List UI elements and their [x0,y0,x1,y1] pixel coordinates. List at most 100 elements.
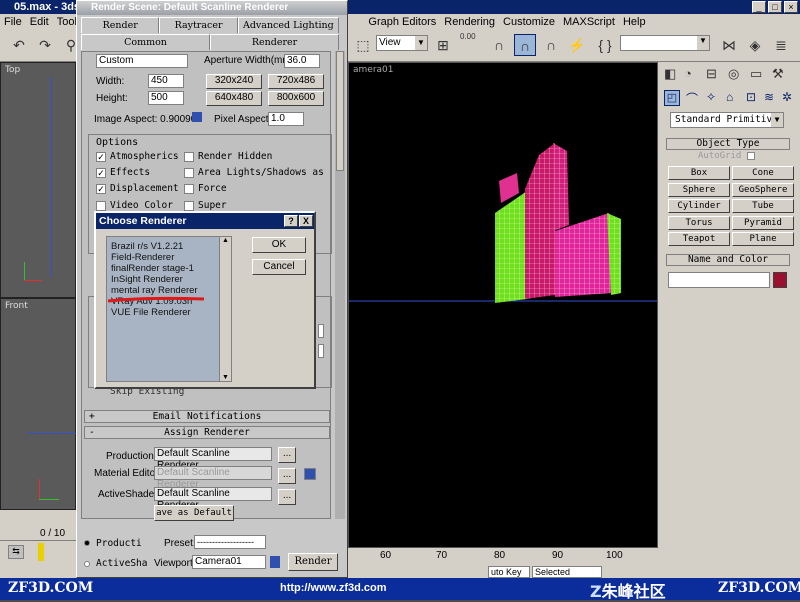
object-type-button-plane[interactable]: Plane [732,232,794,246]
named-selection-dropdown[interactable]: ▼ [620,35,710,51]
menu-graph-editors[interactable]: Graph Editors [364,16,440,28]
snap-toggle-icon[interactable]: ∩ [514,34,536,56]
width-input[interactable]: 450 [148,74,184,88]
primitive-type-dropdown[interactable]: Standard Primitiv ▼ [670,112,784,128]
panel-scrollbar[interactable] [335,51,345,519]
ok-button[interactable]: OK [252,237,306,253]
area-lights-checkbox[interactable] [184,168,194,178]
spinner-snap[interactable]: 0.00 [460,32,476,41]
tab-common[interactable]: Common [81,34,210,50]
activeshade-radio[interactable] [84,561,90,567]
devices-button-edge[interactable] [318,344,324,358]
height-input[interactable]: 500 [148,91,184,105]
angle-snap-icon[interactable]: ∩ [540,34,562,56]
effects-checkbox[interactable]: ✓ [96,168,106,178]
layer-manager-icon[interactable]: ≣ [770,34,792,56]
menu-file[interactable]: File [0,16,26,28]
object-type-button-pyramid[interactable]: Pyramid [732,215,794,230]
object-type-rollout[interactable]: Object Type [666,138,790,150]
save-as-defaults-button[interactable]: ave as Default [154,505,234,521]
autogrid-checkbox[interactable] [747,152,755,160]
output-size-preset[interactable]: Custom [96,54,188,68]
cancel-button[interactable]: Cancel [252,259,306,275]
menu-help[interactable]: Help [619,16,650,28]
helpers-icon[interactable]: ⊡ [746,90,756,104]
renderer-list-item[interactable]: VUE File Renderer [107,307,231,318]
front-viewport[interactable]: Front [0,298,77,510]
lock-material-icon[interactable] [304,468,316,480]
production-radio[interactable] [84,540,90,546]
edit-named-selection-icon[interactable]: { } [594,34,616,56]
object-type-button-teapot[interactable]: Teapot [668,232,730,246]
pixel-aspect-input[interactable]: 1.0 [268,112,304,126]
selected-dropdown[interactable]: Selected [532,566,602,578]
renderer-list-item[interactable]: Field-Renderer [107,252,231,263]
track-bar[interactable]: 60 70 80 90 100 uto Key Selected [348,548,658,578]
displacement-checkbox[interactable]: ✓ [96,184,106,194]
super-checkbox[interactable] [184,201,194,211]
renderer-list[interactable]: Brazil r/s V1.2.21 Field-Renderer finalRen… [106,236,232,382]
magnet-icon[interactable]: ∩ [488,34,510,56]
renderer-list-scrollbar[interactable]: ▲ ▼ [219,237,231,381]
motion-tab-icon[interactable]: ◎ [728,66,739,82]
maximize-button[interactable]: □ [768,1,782,13]
help-button[interactable]: ? [284,215,298,227]
object-name-input[interactable] [668,272,770,288]
close-button[interactable]: × [784,1,798,13]
name-and-color-rollout[interactable]: Name and Color [666,254,790,266]
lock-viewport-icon[interactable] [270,556,280,568]
tab-render-elements[interactable]: Render Elements [81,17,160,46]
display-tab-icon[interactable]: ▭ [750,66,762,82]
size-320x240-button[interactable]: 320x240 [206,74,262,89]
aperture-input[interactable]: 36.0 [284,54,320,68]
object-type-button-tube[interactable]: Tube [732,199,794,213]
activeshade-browse-button[interactable]: ... [278,489,296,505]
renderer-list-item[interactable]: InSight Renderer [107,274,231,285]
scroll-up-icon[interactable]: ▲ [220,237,231,244]
object-type-button-cylinder[interactable]: Cylinder [668,199,730,213]
viewport-dropdown[interactable]: Camera01 [192,555,266,569]
tab-renderer[interactable]: Renderer [210,34,339,50]
video-color-checkbox[interactable] [96,201,106,211]
material-browse-button[interactable]: ... [278,468,296,484]
size-800x600-button[interactable]: 800x600 [268,91,324,106]
force-checkbox[interactable] [184,184,194,194]
geometry-icon[interactable]: ◰ [664,90,680,106]
renderer-list-item[interactable]: Brazil r/s V1.2.21 [107,241,231,252]
assign-renderer-rollout[interactable]: - Assign Renderer [84,426,330,439]
create-tab-icon[interactable]: ◧ [664,66,676,82]
object-type-button-geosphere[interactable]: GeoSphere [732,182,794,197]
undo-icon[interactable]: ↶ [8,34,30,56]
menu-maxscript[interactable]: MAXScript [559,16,619,28]
object-type-button-sphere[interactable]: Sphere [668,182,730,197]
production-browse-button[interactable]: ... [278,447,296,463]
object-type-button-cone[interactable]: Cone [732,166,794,180]
pivot-icon[interactable]: ⊞ [432,34,454,56]
spacewarps-icon[interactable]: ≋ [764,90,774,104]
render-button[interactable]: Render [288,553,338,571]
menu-rendering[interactable]: Rendering [440,16,499,28]
redo-icon[interactable]: ↷ [34,34,56,56]
reference-coord-dropdown[interactable]: View ▼ [376,35,428,51]
render-hidden-checkbox[interactable] [184,152,194,162]
mirror-icon[interactable]: ⋈ [718,34,740,56]
cameras-icon[interactable]: ⌂ [726,90,733,104]
time-slider-area[interactable]: 0 / 10 [0,510,76,540]
minimize-button[interactable]: _ [752,1,766,13]
camera-viewport[interactable]: amera01 [348,62,658,548]
renderer-list-item[interactable]: finalRender stage-1 [107,263,231,274]
tab-raytracer[interactable]: Raytracer [159,17,238,33]
size-720x486-button[interactable]: 720x486 [268,74,324,89]
tab-advanced-lighting[interactable]: Advanced Lighting [237,17,339,33]
select-region-icon[interactable]: ⬚ [352,34,374,56]
lock-selection-icon[interactable]: ⇆ [8,545,24,559]
object-type-button-torus[interactable]: Torus [668,215,730,230]
systems-icon[interactable]: ✲ [782,90,792,104]
lock-aspect-icon[interactable] [192,112,202,122]
percent-snap-icon[interactable]: ⚡ [566,34,588,56]
modify-tab-icon[interactable]: ◔ [684,66,692,81]
size-640x480-button[interactable]: 640x480 [206,91,262,106]
lights-icon[interactable]: ✧ [706,90,716,104]
scroll-down-icon[interactable]: ▼ [220,374,231,381]
menu-customize[interactable]: Customize [499,16,559,28]
